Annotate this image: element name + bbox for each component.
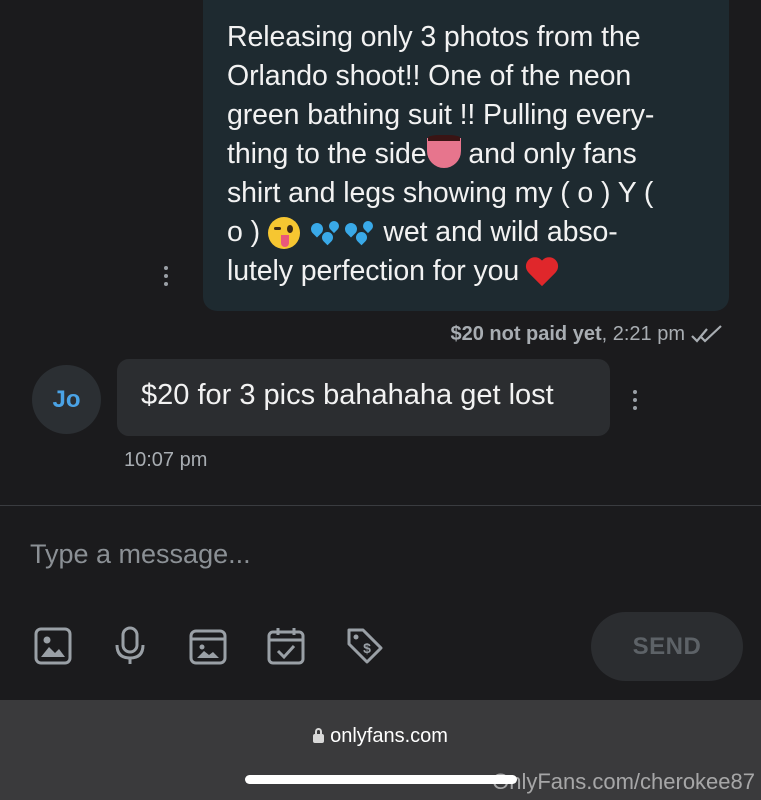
avatar[interactable]: Jo [32, 365, 101, 434]
message-text: lutely perfection for you [227, 255, 527, 287]
outgoing-message-bubble[interactable]: Releasing only 3 photos from the Orlando… [203, 0, 729, 311]
more-options-icon[interactable] [632, 390, 638, 410]
message-input[interactable] [30, 534, 720, 574]
message-text: and only fans [460, 138, 637, 170]
svg-text:$: $ [363, 640, 371, 656]
double-check-icon [691, 324, 722, 343]
avatar-initials: Jo [52, 385, 81, 413]
sweat-droplets-emoji [342, 219, 376, 247]
watermark: OnlyFans.com/cherokee87 [492, 769, 755, 794]
message-text: thing to the side [227, 138, 427, 170]
price-tag-icon[interactable]: $ [345, 626, 385, 666]
message-text: wet and wild abso- [375, 216, 618, 248]
url-bar[interactable]: onlyfans.com [0, 725, 761, 748]
tongue-emoji [426, 135, 461, 169]
message-composer: $ SEND [0, 505, 761, 700]
red-heart-emoji [527, 257, 559, 287]
incoming-message-bubble[interactable]: $20 for 3 pics bahahaha get lost [117, 359, 610, 436]
lock-icon [313, 728, 325, 743]
url-text: onlyfans.com [330, 725, 448, 747]
sweat-droplets-emoji [308, 219, 342, 247]
message-line: thing to the side and only fans [227, 135, 705, 174]
message-text: $20 for 3 pics bahahaha get lost [141, 379, 554, 411]
microphone-icon[interactable] [110, 626, 150, 666]
message-meta: $20 not paid yet, 2:21 pm [450, 323, 723, 346]
message-line: lutely perfection for you [227, 252, 705, 291]
calendar-check-icon[interactable] [266, 626, 306, 666]
message-time: 10:07 pm [124, 449, 208, 471]
message-line: Releasing only 3 photos from the [227, 21, 641, 53]
message-time: , 2:21 pm [601, 323, 685, 345]
message-line: o ) wet and wild abso- [227, 213, 705, 252]
message-text: o ) [227, 216, 268, 248]
home-indicator[interactable] [245, 775, 517, 784]
more-options-icon[interactable] [163, 266, 169, 286]
browser-address-bar: onlyfans.com OnlyFans.com/cherokee87 [0, 700, 761, 800]
winking-tongue-emoji [267, 217, 300, 250]
send-button[interactable]: SEND [591, 612, 743, 681]
image-icon[interactable] [33, 626, 73, 666]
vault-icon[interactable] [188, 626, 228, 666]
payment-status: $20 not paid yet [450, 323, 602, 345]
message-line: shirt and legs showing my ( o ) Y ( [227, 177, 654, 209]
chat-thread: Releasing only 3 photos from the Orlando… [0, 0, 761, 505]
message-line: green bathing suit !! Pulling every- [227, 99, 655, 131]
message-line: Orlando shoot!! One of the neon [227, 60, 632, 92]
